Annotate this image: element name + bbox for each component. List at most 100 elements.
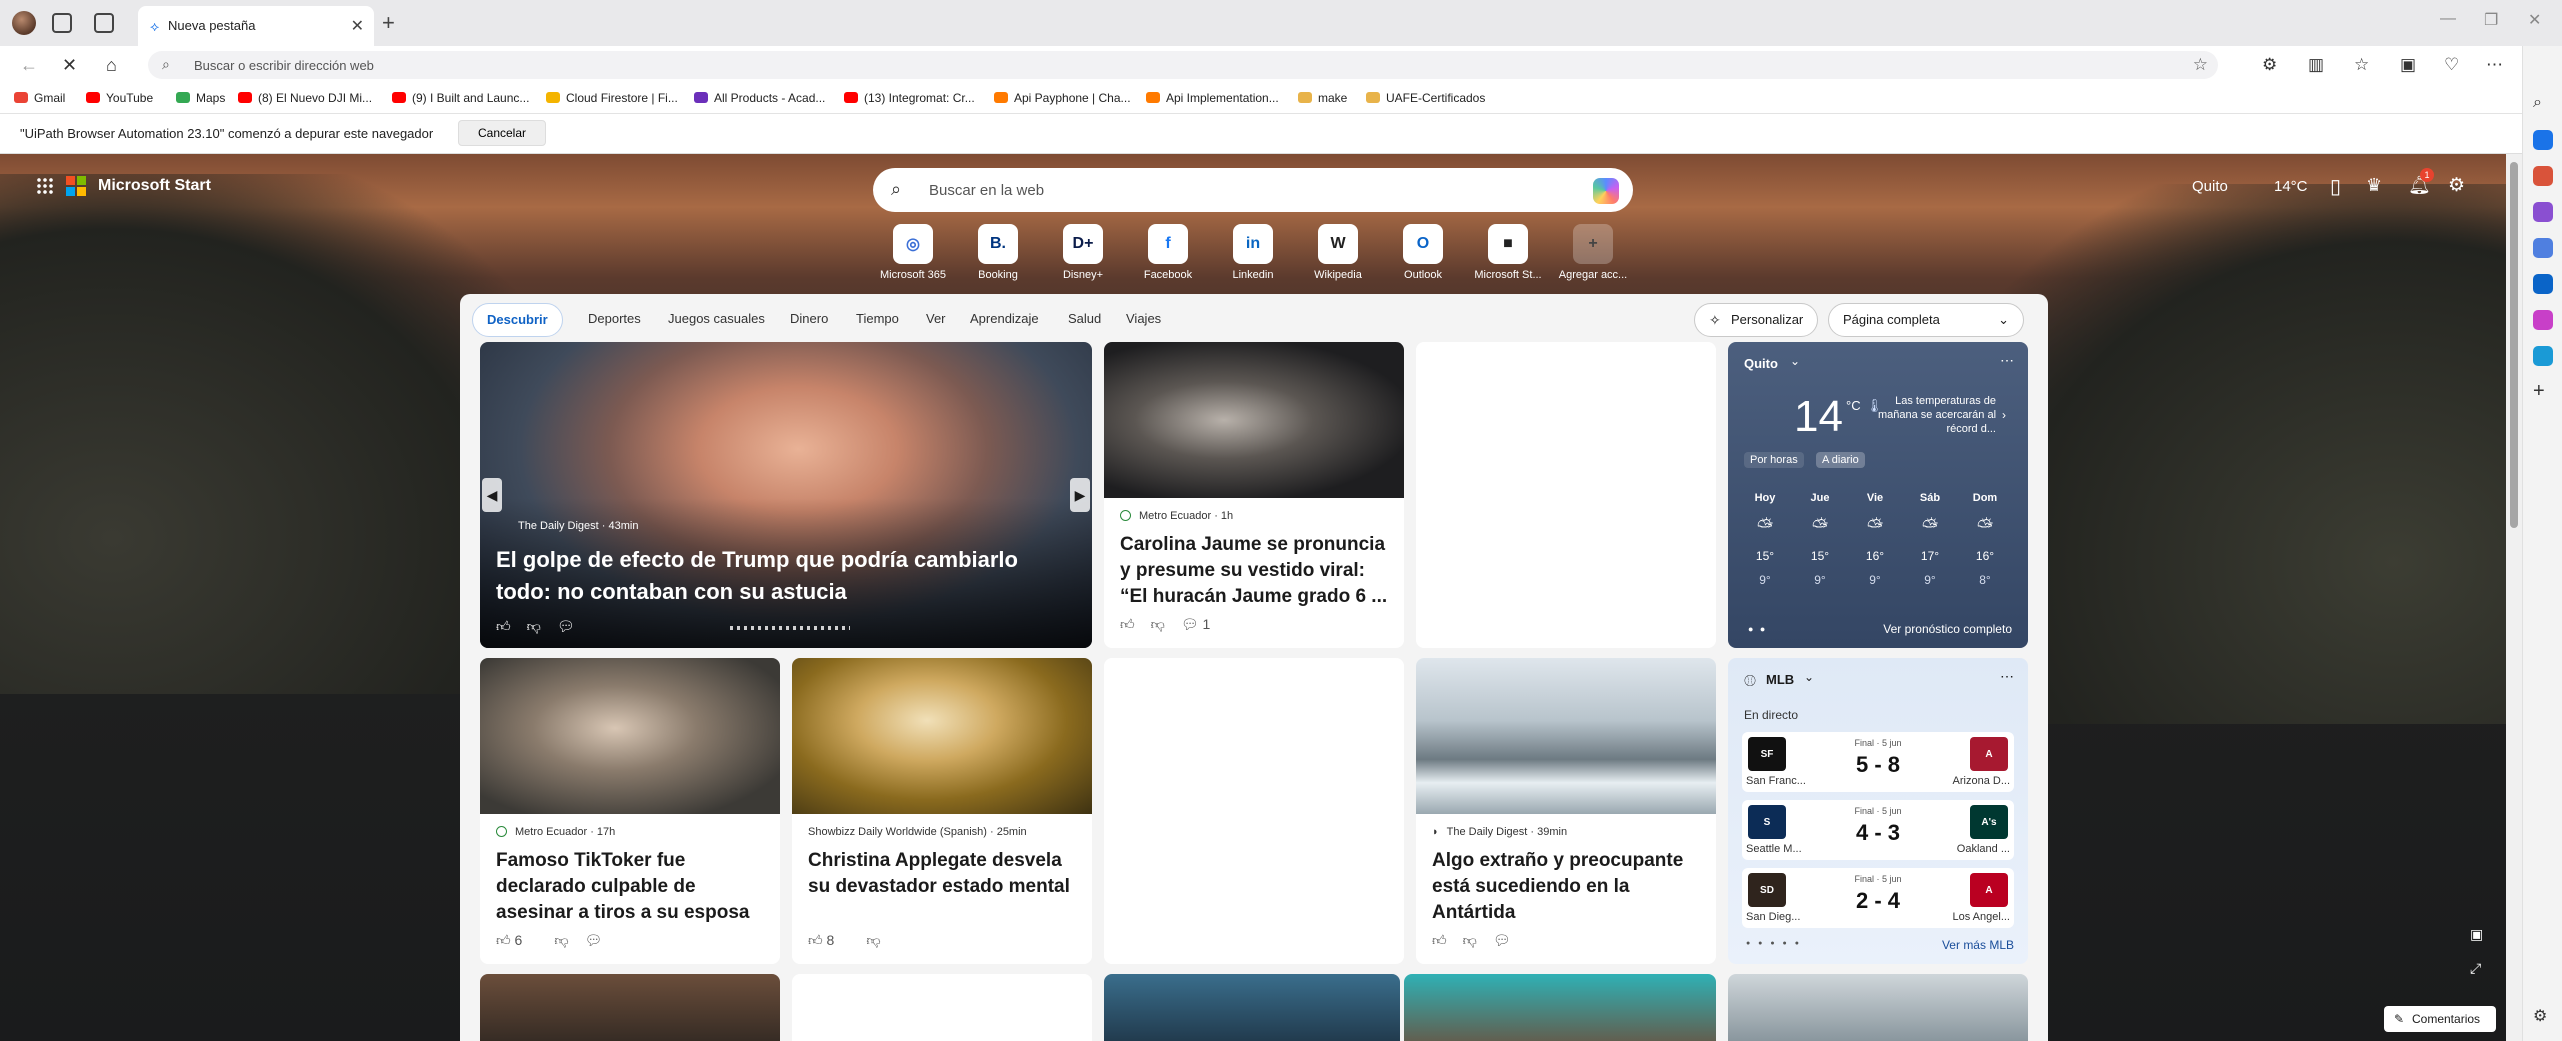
profile-avatar[interactable] [12,11,36,35]
tab-juegos-casuales[interactable]: Juegos casuales [668,311,765,326]
tab-new-tab[interactable]: ⟡ Nueva pestaña ✕ [138,6,374,46]
news-card-peek[interactable] [1404,974,1716,1041]
sidebar-microsoft365-icon[interactable] [2533,238,2553,258]
weather-note[interactable]: Las temperaturas de mañana se acercarán … [1878,394,1996,436]
weather-pager[interactable]: ● ● [1748,624,1767,634]
like-icon[interactable]: 👍︎ 8 [808,932,850,948]
vertical-tabs-icon[interactable] [94,13,114,33]
bookmark-api-implementation[interactable]: Api Implementation... [1146,91,1279,105]
bookmark-built-video[interactable]: (9) I Built and Launc... [392,91,529,105]
tab-aprendizaje[interactable]: Aprendizaje [970,311,1039,326]
copilot-icon[interactable] [1593,178,1619,204]
carousel-pager[interactable] [730,626,850,630]
home-icon[interactable]: ⌂ [106,55,117,76]
bookmark-academy[interactable]: All Products - Acad... [694,91,825,105]
bookmark-firestore[interactable]: Cloud Firestore | Fi... [546,91,678,105]
rewards-icon[interactable]: ♛ [2366,175,2382,196]
minimize-icon[interactable]: — [2440,10,2456,28]
customize-layout-icon[interactable]: ▣ [2470,926,2483,943]
cancel-debugging-button[interactable]: Cancelar [458,120,546,146]
bookmark-integromat[interactable]: (13) Integromat: Cr... [844,91,975,105]
comment-icon[interactable]: 💬︎ 1 [1181,616,1226,632]
favorite-star-icon[interactable]: ☆ [2193,55,2208,75]
tab-salud[interactable]: Salud [1068,311,1101,326]
mlb-pager[interactable]: ● ● ● ● ● [1746,940,1802,947]
bookmark-folder-uafe[interactable]: UAFE-Certificados [1366,91,1485,105]
forecast-day[interactable]: Hoy ⛅︎ 15° 9° [1742,492,1788,587]
sidebar-shopping-icon[interactable] [2533,130,2553,150]
hourly-toggle[interactable]: Por horas [1744,452,1804,468]
dislike-icon[interactable]: 👎︎ [1463,932,1477,948]
like-icon[interactable]: 👍︎ [1120,616,1135,632]
page-scrollbar[interactable] [2506,154,2522,1041]
quick-link-outlook[interactable]: O Outlook [1383,224,1463,281]
weather-card[interactable]: Quito ⌄ ⋯ 14 °C 🌡︎ Las temperaturas de m… [1728,342,2028,648]
like-icon[interactable]: 👍︎ [496,618,511,634]
workspaces-icon[interactable] [52,13,72,33]
window-close-icon[interactable]: ✕ [2528,10,2541,30]
comment-icon[interactable]: 💬︎ [585,932,603,948]
sidebar-outlook-icon[interactable] [2533,274,2553,294]
close-tab-icon[interactable]: ✕ [351,16,364,36]
full-forecast-link[interactable]: Ver pronóstico completo [1883,622,2012,636]
chevron-down-icon[interactable]: ⌄ [1804,670,1814,684]
personalize-button[interactable]: ✧ Personalizar [1694,303,1819,337]
tab-deportes[interactable]: Deportes [588,311,641,326]
dislike-icon[interactable]: 👎︎ [527,618,541,634]
weather-city[interactable]: Quito [1744,356,1778,371]
dislike-icon[interactable]: 👎︎ [866,932,880,948]
collections-icon[interactable]: ▣ [2400,55,2416,75]
split-screen-icon[interactable]: ▥ [2308,55,2324,75]
mlb-game-row[interactable]: SD Final · 5 jun 2 - 4 A San Dieg... Los Ange… [1742,868,2014,928]
sidebar-tools-icon[interactable] [2533,166,2553,186]
temperature-label[interactable]: 14°C [2274,178,2308,195]
daily-toggle[interactable]: A diario [1816,452,1865,468]
bookmark-payphone[interactable]: Api Payphone | Cha... [994,91,1131,105]
scrollbar-thumb[interactable] [2510,162,2518,528]
quick-link-booking[interactable]: B. Booking [958,224,1038,281]
forecast-day[interactable]: Jue ⛅︎ 15° 9° [1797,492,1843,587]
quick-link-microsoft-store[interactable]: ■ Microsoft St... [1468,224,1548,281]
more-options-icon[interactable]: ⋯ [2000,352,2014,369]
more-options-icon[interactable]: ⋯ [2000,668,2014,685]
web-search-box[interactable]: ⌕ Buscar en la web [873,168,1633,212]
forecast-day[interactable]: Dom ⛅︎ 16° 8° [1962,492,2008,587]
sidebar-designer-icon[interactable] [2533,310,2553,330]
tab-descubrir[interactable]: Descubrir [472,303,563,337]
stop-loading-icon[interactable]: ✕ [62,55,77,76]
hero-headline[interactable]: El golpe de efecto de Trump que podría c… [496,544,1076,608]
new-tab-plus-icon[interactable]: + [382,10,395,36]
bookmark-folder-make[interactable]: make [1298,91,1347,105]
feedback-button[interactable]: ✎ Comentarios [2384,1006,2496,1032]
carousel-prev-icon[interactable]: ◀ [482,478,502,512]
dislike-icon[interactable]: 👎︎ [554,932,568,948]
sidebar-search-icon[interactable]: ⌕ [2533,94,2553,114]
forecast-day[interactable]: Sáb ⛅︎ 17° 9° [1907,492,1953,587]
tab-tiempo[interactable]: Tiempo [856,311,899,326]
quick-link-microsoft-365[interactable]: ◎ Microsoft 365 [873,224,953,281]
carousel-next-icon[interactable]: ▶ [1070,478,1090,512]
chevron-down-icon[interactable]: ⌄ [1790,354,1800,368]
hero-carousel-card[interactable]: ◀ ▶ The Daily Digest · 43min El golpe de… [480,342,1092,648]
news-card-peek[interactable] [1104,974,1400,1041]
news-card-peek[interactable] [480,974,780,1041]
bookmark-youtube[interactable]: YouTube [86,91,153,105]
like-icon[interactable]: 👍︎ [1432,932,1447,948]
mlb-game-row[interactable]: S Final · 5 jun 4 - 3 A's Seattle M... Oaklan… [1742,800,2014,860]
more-mlb-link[interactable]: Ver más MLB [1942,938,2014,952]
quick-link-disney[interactable]: D+ Disney+ [1043,224,1123,281]
tab-viajes[interactable]: Viajes [1126,311,1161,326]
news-card-applegate[interactable]: Showbizz Daily Worldwide (Spanish) · 25m… [792,658,1092,964]
news-card-peek[interactable] [792,974,1092,1041]
quick-link-add-shortcut[interactable]: + Agregar acc... [1553,224,1633,281]
phone-icon[interactable]: ▯ [2330,174,2341,199]
browser-essentials-icon[interactable]: ♡ [2444,55,2459,75]
restore-icon[interactable]: ❐ [2484,10,2498,30]
back-icon[interactable]: ← [20,55,38,76]
chevron-right-icon[interactable]: › [2002,408,2006,422]
extensions-icon[interactable]: ⚙ [2262,55,2277,75]
dislike-icon[interactable]: 👎︎ [1151,616,1165,632]
news-card-carolina-jaume[interactable]: Metro Ecuador · 1h Carolina Jaume se pro… [1104,342,1404,648]
sidebar-add-icon[interactable]: + [2533,380,2553,402]
tab-dinero[interactable]: Dinero [790,311,828,326]
